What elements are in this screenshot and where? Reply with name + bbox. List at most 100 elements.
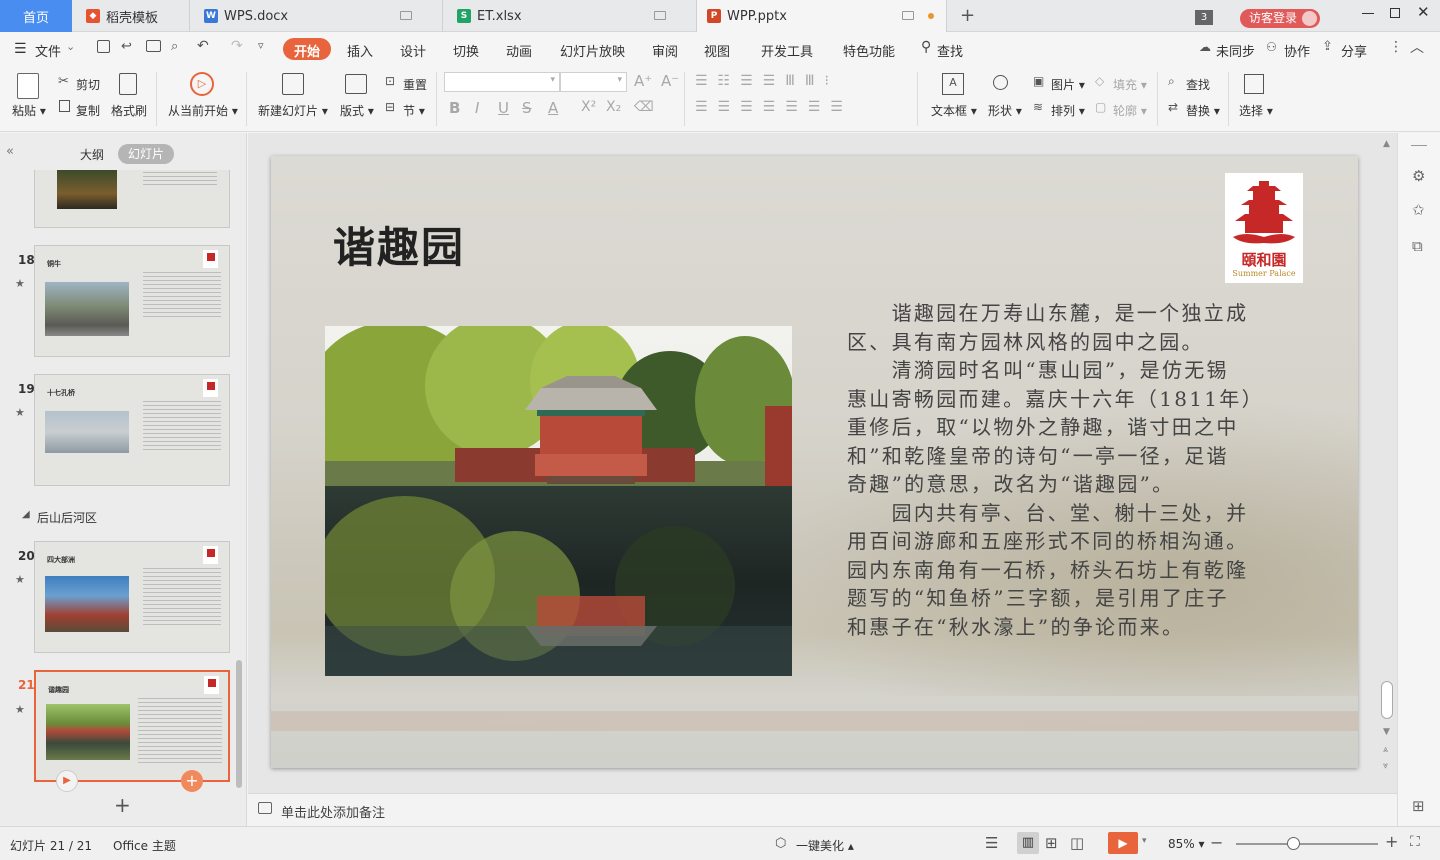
bold-icon[interactable]: B [449,99,460,117]
duplicate-icon[interactable]: ⧉ [1412,237,1423,255]
slide-sorter-icon[interactable]: ⊞ [1045,834,1058,852]
collab-button[interactable]: 协作 [1284,41,1310,60]
add-slide-after-icon[interactable]: + [181,770,203,792]
tab-pptx[interactable]: P WPP.pptx [697,0,947,32]
copy-button[interactable]: 复制 [76,102,100,119]
tab-insert[interactable]: 插入 [347,41,373,60]
font-family-select[interactable]: ▾ [444,72,560,92]
tab-design[interactable]: 设计 [400,41,426,60]
decrease-font-icon[interactable]: A⁻ [661,72,679,90]
paragraph-tools-row2-icons[interactable]: ☰☰☰☰☰☰☰ [695,99,853,115]
tab-review[interactable]: 审阅 [652,41,678,60]
notes-pane[interactable]: 单击此处添加备注 [248,793,1397,826]
slide-thumbnail-19[interactable]: 十七孔桥 [34,374,230,486]
chevron-down-icon[interactable]: ▾ [1142,836,1147,846]
hamburger-icon[interactable]: ☰ [14,41,27,57]
search-icon[interactable]: ⚲ [921,39,931,55]
italic-icon[interactable]: I [475,99,479,117]
properties-icon[interactable]: ⚙ [1412,167,1425,185]
scroll-down-icon[interactable]: ▼ [1383,727,1390,737]
layout-button[interactable]: 版式 ▾ [340,102,374,119]
tab-transition[interactable]: 切换 [453,41,479,60]
minimize-icon[interactable] [1362,13,1374,14]
collapse-ribbon-icon[interactable]: ︿ [1410,37,1424,57]
slide-thumbnail-17[interactable] [34,170,230,228]
more-icon[interactable]: ⋮ [1389,39,1403,55]
tab-docx[interactable]: W WPS.docx [190,0,443,32]
shape-button[interactable]: 形状 ▾ [988,102,1022,119]
arrange-button[interactable]: 排列 ▾ [1051,102,1085,119]
paste-button[interactable]: 粘贴 ▾ [12,102,46,119]
fit-window-icon[interactable]: ⛶ [1410,834,1420,850]
tab-view[interactable]: 视图 [704,41,730,60]
scroll-up-icon[interactable]: ▲ [1383,139,1390,149]
normal-view-icon[interactable]: ▥ [1017,832,1039,854]
thumbnail-scrollbar[interactable] [236,660,242,788]
section-collapse-icon[interactable]: ◢ [22,509,30,520]
slide-thumbnail-20[interactable]: 四大部洲 [34,541,230,653]
zoom-in-icon[interactable]: + [1385,832,1398,851]
add-slide-icon[interactable]: + [114,793,131,817]
section-label[interactable]: 后山后河区 [37,509,97,526]
current-slide[interactable]: 谐趣园 頤和園 Summer Palace 谐趣园在万寿山东麓，是一个独立成 区… [271,156,1358,768]
new-tab-button[interactable]: + [960,5,975,26]
new-slide-button[interactable]: 新建幻灯片 ▾ [258,102,328,119]
clear-format-icon[interactable]: ⌫ [634,99,654,115]
replace-button[interactable]: 替换 ▾ [1186,102,1220,119]
outline-tab[interactable]: 大纲 [80,146,104,163]
font-color-icon[interactable]: A [548,99,558,117]
next-slide-icon[interactable]: ⩔ [1383,761,1388,771]
close-window-icon[interactable]: ✕ [1417,3,1430,21]
tab-developer[interactable]: 开发工具 [761,41,813,60]
underline-icon[interactable]: U [498,99,509,117]
print-icon[interactable] [146,40,161,52]
quick-access-dropdown-icon[interactable]: ▿ [258,39,264,52]
summer-palace-logo[interactable]: 頤和園 Summer Palace [1225,173,1303,283]
file-menu[interactable]: 文件 [35,41,61,60]
save-icon[interactable] [97,40,110,53]
tab-slideshow[interactable]: 幻灯片放映 [560,41,625,60]
grid-view-icon[interactable]: ⊞ [1412,797,1425,815]
fill-button[interactable]: 填充 ▾ [1113,76,1147,93]
share-button[interactable]: 分享 [1341,41,1367,60]
format-painter-button[interactable]: 格式刷 [111,102,147,119]
paste-icon[interactable] [17,73,39,99]
theme-name[interactable]: Office 主题 [113,837,176,854]
beautify-button[interactable]: 一键美化 ▴ [796,837,854,854]
editor-scrollbar-thumb[interactable] [1381,681,1393,719]
zoom-slider-track[interactable] [1236,843,1378,845]
garden-photo[interactable] [325,326,792,676]
play-slide-icon[interactable]: ▶ [56,770,78,792]
undo-icon[interactable]: ↶ [197,38,209,54]
print-preview-icon[interactable]: ⌕ [171,39,178,54]
picture-button[interactable]: 图片 ▾ [1051,76,1085,93]
outline-button[interactable]: 轮廓 ▾ [1113,102,1147,119]
textbox-button[interactable]: 文本框 ▾ [931,102,977,119]
superscript-icon[interactable]: X² [581,99,596,115]
login-button[interactable]: 访客登录 [1240,9,1320,28]
increase-font-icon[interactable]: A⁺ [634,72,652,90]
notes-toggle-icon[interactable]: ☰ [985,834,998,852]
cut-button[interactable]: 剪切 [76,76,100,93]
strikethrough-icon[interactable]: S [522,99,532,117]
animation-icon[interactable]: ✩ [1412,201,1425,219]
export-icon[interactable]: ↩ [121,39,132,54]
play-from-current-button[interactable]: 从当前开始 ▾ [168,102,238,119]
zoom-level[interactable]: 85% ▾ [1168,837,1205,851]
sync-status[interactable]: 未同步 [1216,41,1255,60]
reading-view-icon[interactable]: ◫ [1070,834,1084,852]
slides-tab[interactable]: 幻灯片 [118,144,174,164]
collapse-panel-icon[interactable]: « [6,144,14,159]
chevron-down-icon[interactable]: ⌄ [66,40,75,53]
slide-thumbnail-18[interactable]: 铜牛 [34,245,230,357]
slide-body-text[interactable]: 谐趣园在万寿山东麓，是一个独立成 区、具有南方园林风格的园中之园。 清漪园时名叫… [847,299,1317,641]
redo-icon[interactable]: ↷ [231,38,243,54]
slide-thumbnail-21-selected[interactable]: 谐趣园 ▶ + [34,670,230,792]
tab-features[interactable]: 特色功能 [843,41,895,60]
restore-icon[interactable] [1390,8,1400,18]
paragraph-tools-row1-icons[interactable]: ☰☷☰☰ⅢⅢ⁝ [695,73,839,89]
tab-animation[interactable]: 动画 [506,41,532,60]
tab-xlsx[interactable]: S ET.xlsx [443,0,697,32]
tab-daoke[interactable]: ◆ 稻壳模板 [72,0,190,32]
find-button[interactable]: 查找 [1186,76,1210,93]
